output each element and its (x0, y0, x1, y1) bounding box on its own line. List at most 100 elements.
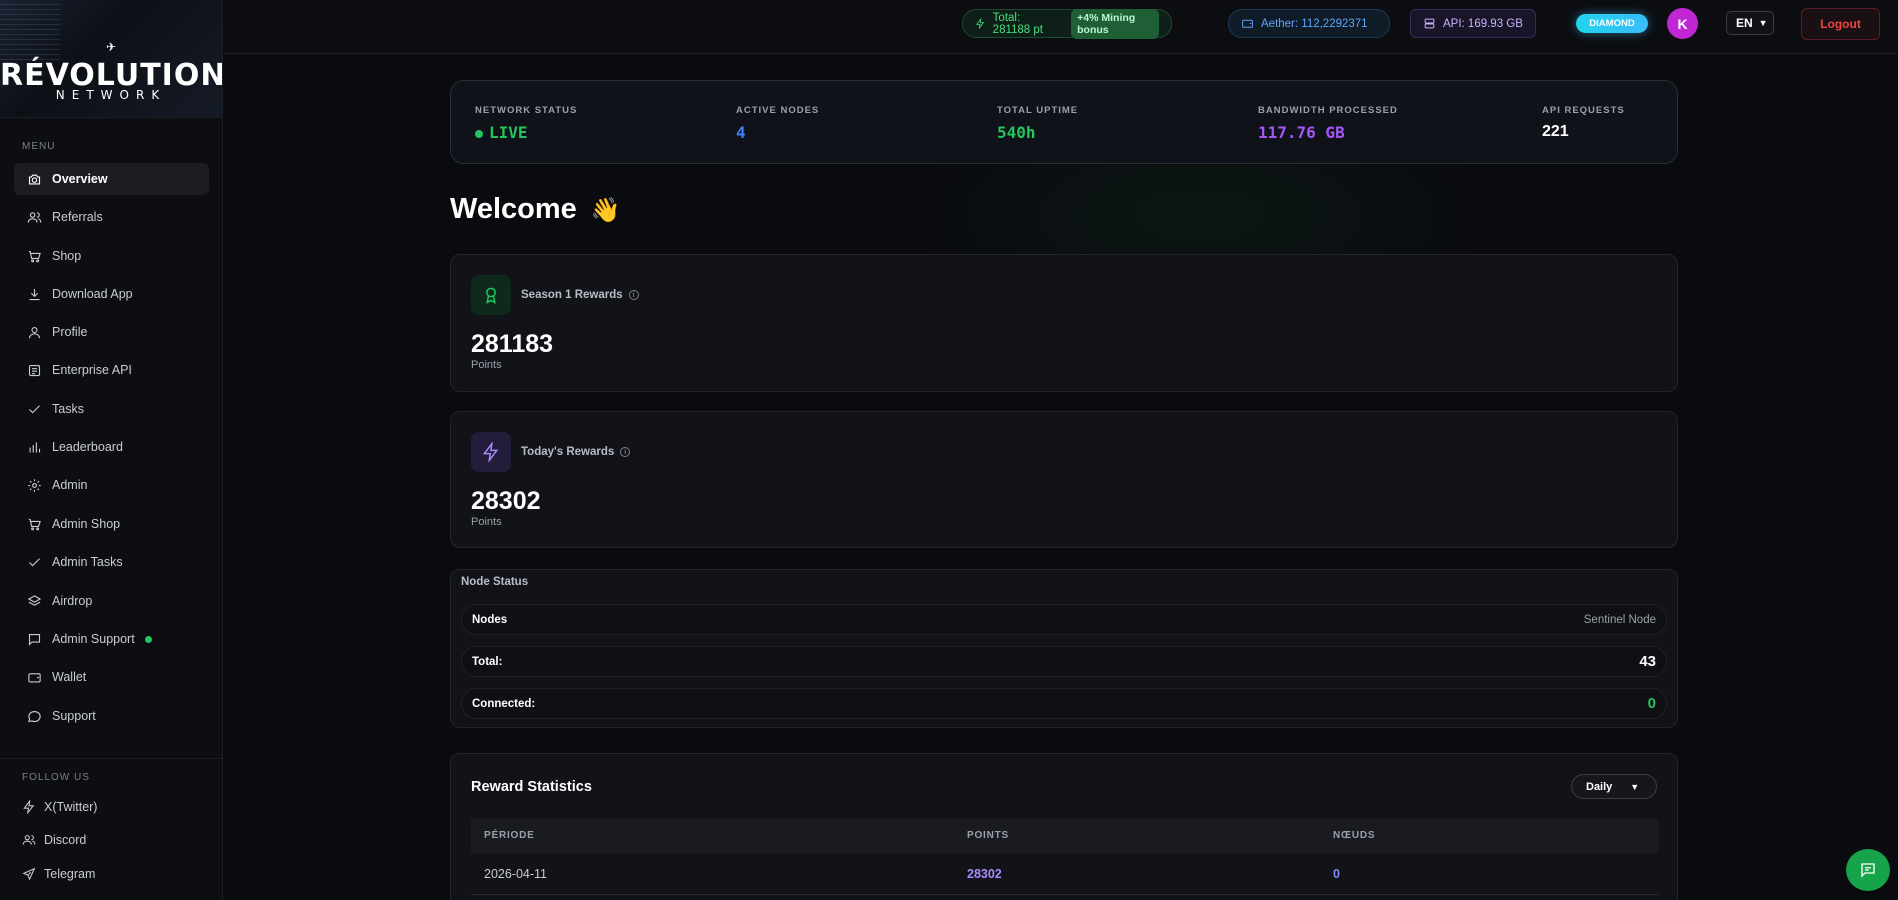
sidebar-item-leaderboard[interactable]: Leaderboard (14, 431, 209, 463)
bolt-icon (471, 432, 511, 472)
message-icon (26, 631, 42, 647)
brand-logo[interactable]: ✈ RÉVOLUTION NETWORK (0, 0, 222, 118)
stat-active-nodes: ACTIVE NODES 4 (736, 105, 819, 142)
card-title: Today's Rewards i (521, 446, 631, 458)
stat-value: 540h (997, 123, 1036, 142)
wallet-icon (26, 669, 42, 685)
sidebar-item-label: Leaderboard (52, 440, 123, 454)
sidebar-item-label: Referrals (52, 210, 103, 224)
sidebar-item-label: Wallet (52, 670, 87, 684)
info-icon[interactable]: i (628, 290, 639, 300)
stat-label: ACTIVE NODES (736, 105, 820, 116)
card-title-text: Season 1 Rewards (521, 289, 623, 301)
sidebar-item-download-app[interactable]: Download App (14, 278, 209, 310)
gear-icon (26, 477, 42, 493)
node-status-header-row: Nodes Sentinel Node (461, 604, 1667, 635)
period-cell: 2026-04-11 (484, 867, 548, 881)
chevron-down-icon: ▼ (1630, 781, 1640, 792)
follow-link-discord[interactable]: Discord (22, 833, 86, 847)
sidebar-item-label: Admin Shop (52, 517, 121, 531)
sidebar-item-profile[interactable]: Profile (14, 316, 209, 348)
sidebar-item-label: Download App (52, 287, 133, 301)
stat-value-text: LIVE (489, 123, 528, 142)
download-icon (26, 286, 42, 302)
cart-icon (26, 248, 42, 264)
column-header: PÉRIODE (484, 830, 535, 841)
sidebar-item-admin-shop[interactable]: Admin Shop (14, 508, 209, 540)
mining-bonus-badge: +4% Mining bonus (1071, 8, 1160, 39)
sidebar-item-label: Admin Support (52, 632, 135, 646)
node-type: Sentinel Node (1583, 613, 1656, 626)
chat-icon (26, 708, 42, 724)
chevron-down-icon: ▼ (1758, 18, 1768, 28)
points-unit: Points (471, 516, 502, 528)
layers-icon (26, 593, 42, 609)
sidebar-item-enterprise-api[interactable]: Enterprise API (14, 354, 209, 386)
sidebar-item-referrals[interactable]: Referrals (14, 201, 209, 233)
chat-widget-button[interactable] (1846, 849, 1890, 891)
period-select[interactable]: Daily ▼ (1571, 774, 1657, 799)
sidebar-item-admin-tasks[interactable]: Admin Tasks (14, 546, 209, 578)
award-icon (471, 275, 511, 315)
sidebar-item-label: Overview (52, 172, 108, 186)
bolt-icon (22, 800, 36, 814)
follow-label: Telegram (44, 867, 96, 881)
sidebar-item-label: Admin (52, 478, 88, 492)
users-icon (26, 209, 42, 225)
nodes-header: Nodes (472, 613, 508, 626)
stat-network-status: NETWORK STATUS LIVE (475, 105, 577, 142)
aether-balance-text: Aether: 112,2292371 (1261, 17, 1368, 30)
stat-api-requests: API REQUESTS 221 (1542, 105, 1625, 141)
sidebar-item-support[interactable]: Support (14, 700, 209, 732)
api-usage-pill[interactable]: API: 169.93 GB (1410, 9, 1536, 38)
sidebar-item-label: Airdrop (52, 594, 93, 608)
sidebar-item-label: Profile (52, 325, 88, 339)
language-select[interactable]: EN ▼ (1726, 11, 1774, 35)
cart-icon (26, 516, 42, 532)
sidebar-item-overview[interactable]: Overview (14, 163, 209, 195)
language-value: EN (1736, 16, 1753, 30)
stat-value: LIVE (475, 123, 577, 142)
total-value: 43 (1639, 653, 1656, 670)
menu-label: MENU (22, 141, 56, 152)
sidebar-item-airdrop[interactable]: Airdrop (14, 585, 209, 617)
check-icon (26, 554, 42, 570)
stat-label: NETWORK STATUS (475, 105, 578, 116)
connected-value: 0 (1647, 695, 1656, 712)
info-icon[interactable]: i (620, 447, 631, 457)
sidebar-item-admin-support[interactable]: Admin Support (14, 623, 209, 655)
bar-chart-icon (26, 439, 42, 455)
node-connected-row: Connected: 0 (461, 688, 1667, 719)
logout-button[interactable]: Logout (1801, 8, 1880, 40)
table-header: PÉRIODE POINTS NŒUDS (471, 819, 1659, 853)
stat-value: 4 (736, 123, 746, 142)
column-header: POINTS (967, 830, 1010, 841)
stat-label: BANDWIDTH PROCESSED (1258, 105, 1398, 116)
sidebar-item-shop[interactable]: Shop (14, 240, 209, 272)
sidebar-item-label: Support (52, 709, 96, 723)
chat-icon (1861, 863, 1875, 878)
sidebar-item-admin[interactable]: Admin (14, 469, 209, 501)
sidebar-item-wallet[interactable]: Wallet (14, 661, 209, 693)
season-points-value: 281183 (471, 330, 554, 358)
logo-mark-icon: ✈ (105, 40, 117, 54)
avatar[interactable]: K (1667, 8, 1698, 39)
check-icon (26, 401, 42, 417)
todays-rewards-card: Today's Rewards i 28302 Points (450, 411, 1678, 548)
follow-link-twitter[interactable]: X(Twitter) (22, 800, 97, 814)
divider (0, 758, 222, 759)
points-unit: Points (471, 359, 502, 371)
reward-statistics-title: Reward Statistics (471, 779, 592, 795)
notification-dot (144, 635, 152, 643)
stat-total-uptime: TOTAL UPTIME 540h (997, 105, 1078, 142)
today-points-value: 28302 (471, 487, 541, 515)
points-cell: 28302 (967, 867, 1002, 881)
total-points-pill[interactable]: Total: 281188 pt +4% Mining bonus (962, 8, 1172, 39)
aether-balance-pill[interactable]: Aether: 112,2292371 (1228, 9, 1390, 38)
column-header: NŒUDS (1333, 830, 1376, 841)
document-icon (26, 362, 42, 378)
reward-statistics-card: Reward Statistics Daily ▼ PÉRIODE POINTS… (450, 753, 1678, 900)
sidebar-item-tasks[interactable]: Tasks (14, 393, 209, 425)
follow-link-telegram[interactable]: Telegram (22, 867, 95, 881)
season-rewards-card: Season 1 Rewards i 281183 Points (450, 254, 1678, 392)
